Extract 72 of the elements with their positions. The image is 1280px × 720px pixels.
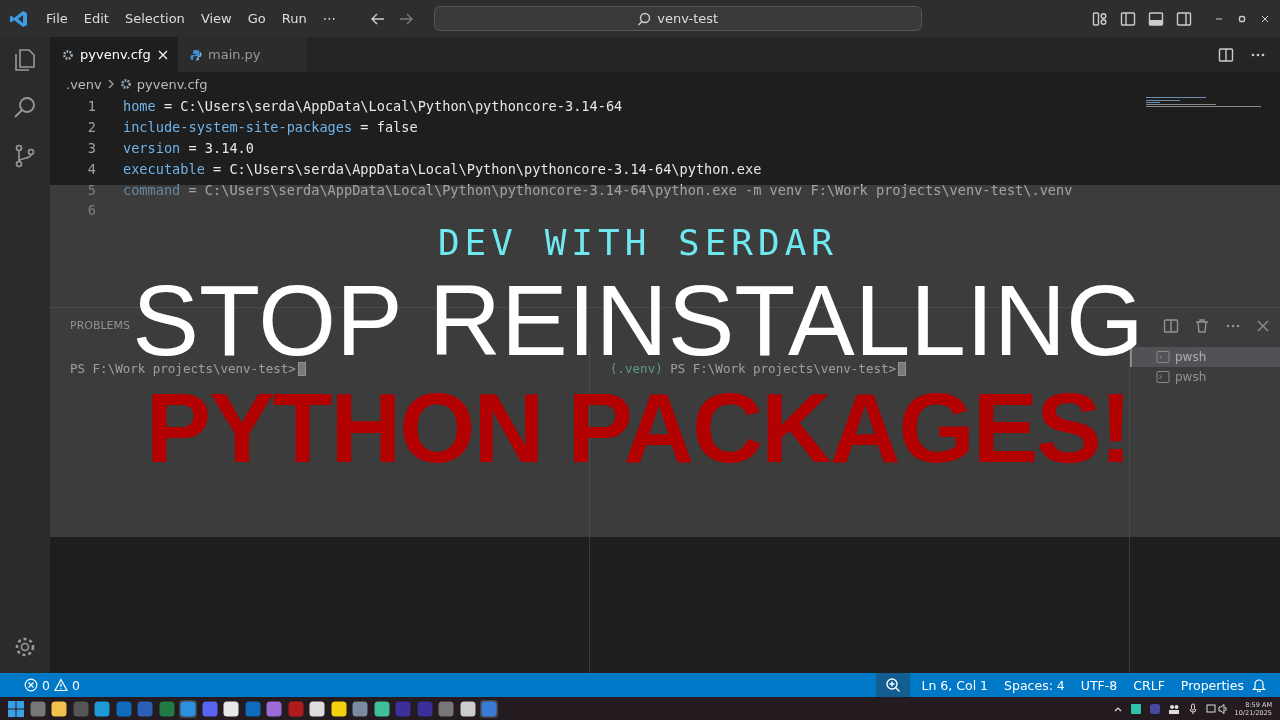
panel-toggle-icon[interactable] <box>1148 10 1164 27</box>
gear-icon <box>62 48 74 61</box>
terminal-prompt: (.venv) PS F:\Work projects\venv-test> <box>610 361 896 376</box>
menu-item[interactable]: View <box>192 9 240 28</box>
status-item[interactable]: CRLF <box>1125 677 1173 693</box>
text-cursor <box>297 362 306 376</box>
code-line: home = C:\Users\serda\AppData\Local\Python\pythoncore-3.14-64 <box>123 98 623 115</box>
editor-tab[interactable]: main.py <box>178 37 306 72</box>
text-cursor <box>898 362 906 376</box>
terminal-list-item[interactable]: pwsh <box>1130 367 1280 387</box>
app-icon[interactable] <box>308 699 326 718</box>
editor-tab[interactable]: pyvenv.cfg <box>50 37 178 72</box>
app-icon[interactable] <box>222 699 240 718</box>
channel-name: DEV WITH SERDAR <box>437 221 839 265</box>
settings-icon[interactable] <box>13 635 37 659</box>
people-icon[interactable] <box>1167 702 1180 715</box>
app-icon[interactable] <box>329 699 348 718</box>
status-item[interactable]: Spaces: 4 <box>996 677 1073 693</box>
network-speaker-icon[interactable] <box>1205 702 1228 715</box>
secondary-sidebar-icon[interactable] <box>1176 10 1192 27</box>
status-item[interactable]: Properties <box>1172 677 1252 693</box>
status-item[interactable]: Ln 6, Col 1 <box>913 677 997 693</box>
menu-item[interactable]: Edit <box>75 9 117 28</box>
problems-indicator[interactable]: 0 0 <box>16 677 88 693</box>
chevron-icon <box>106 79 115 89</box>
microphone-icon[interactable] <box>1186 702 1199 715</box>
menu-item[interactable]: Selection <box>116 9 193 28</box>
gear-icon <box>119 78 132 90</box>
menu-item[interactable]: File <box>38 9 76 28</box>
code-line: include-system-site-packages = false <box>123 119 418 136</box>
subheadline: PYTHON PACKAGES! <box>145 378 1131 478</box>
breadcrumb-item[interactable]: pyvenv.cfg <box>136 76 208 92</box>
search-icon <box>637 11 652 26</box>
search-field[interactable]: venv-test <box>433 6 922 31</box>
app-icon[interactable] <box>1129 702 1142 715</box>
line-number: 4 <box>86 160 96 177</box>
zoom-button[interactable] <box>875 673 910 697</box>
code-line: version = 3.14.0 <box>123 140 254 156</box>
menu-item[interactable]: Run <box>273 9 315 28</box>
app-icon[interactable] <box>458 699 477 718</box>
code-line: executable = C:\Users\serda\AppData\Local\Python\pythoncore-3.14-64\python.exe <box>123 160 762 177</box>
start-icon[interactable] <box>7 699 25 718</box>
trash-icon[interactable] <box>1194 317 1210 334</box>
line-number: 3 <box>86 140 96 156</box>
zoom-in-icon <box>884 677 901 693</box>
panel-tab[interactable]: PROBLEMS <box>70 313 131 338</box>
status-item[interactable]: UTF-8 <box>1072 677 1126 693</box>
app-icon[interactable] <box>50 699 68 718</box>
line-number: 1 <box>86 98 96 115</box>
close-icon[interactable] <box>1260 13 1270 24</box>
line-number: 2 <box>86 119 96 136</box>
line-number: 6 <box>86 202 96 219</box>
menu-item[interactable]: ⋯ <box>314 9 344 28</box>
app-icon[interactable] <box>372 699 391 718</box>
restore-icon[interactable] <box>1237 13 1247 24</box>
error-icon <box>24 678 38 692</box>
sidebar-toggle-icon[interactable] <box>1120 10 1136 27</box>
split-terminal-icon[interactable] <box>1163 317 1179 334</box>
files-icon[interactable] <box>12 47 38 73</box>
breadcrumb-item[interactable]: .venv <box>66 76 102 92</box>
split-editor-icon[interactable] <box>1218 46 1234 63</box>
line-number: 5 <box>86 181 96 198</box>
menu-item[interactable]: Go <box>239 9 274 28</box>
layout-icon[interactable] <box>1092 10 1108 27</box>
bell-icon[interactable] <box>1252 678 1266 692</box>
python-icon <box>190 48 202 61</box>
vscode-logo-icon <box>10 9 28 28</box>
warning-icon <box>53 678 68 692</box>
terminal-icon <box>1156 350 1170 364</box>
code-line: command = C:\Users\serda\AppData\Local\Python\pythoncore-3.14-64\python.exe -m venv F:\Work projects\venv-test\.venv <box>123 181 1073 198</box>
terminal-icon <box>1156 370 1170 384</box>
terminal-prompt: PS F:\Work projects\venv-test> <box>70 361 296 376</box>
